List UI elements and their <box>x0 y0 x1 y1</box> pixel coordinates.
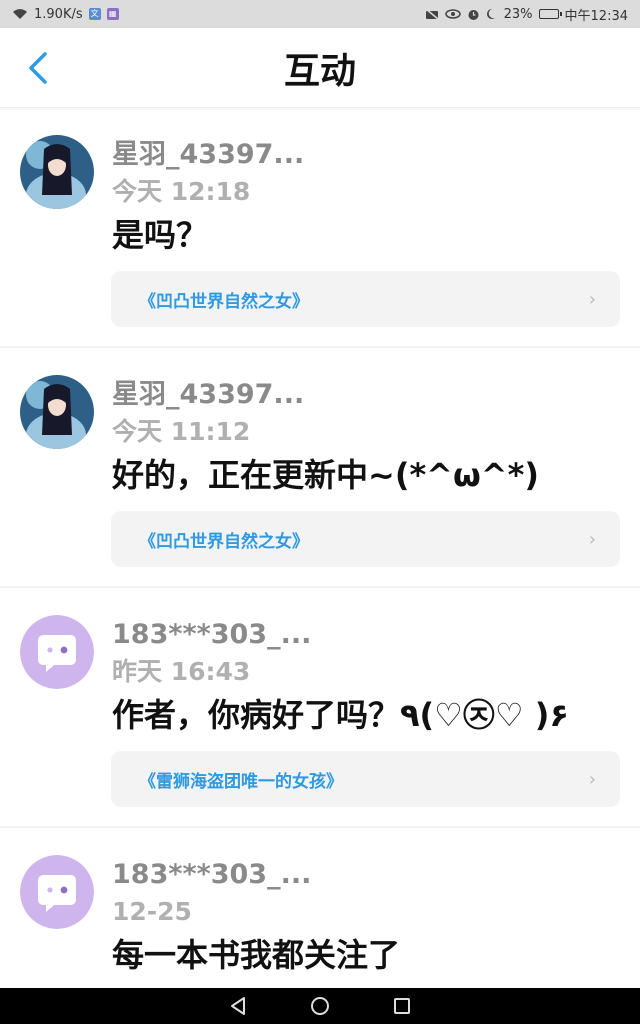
status-bar: 1.90K/s 文 ▦ 23% 中午12:34 <box>0 0 640 28</box>
username[interactable]: 星羽_43397... <box>112 378 304 412</box>
wifi-icon <box>12 8 28 20</box>
list-item[interactable]: 183***303_... 昨天 16:43 作者，你病好了吗？٩(♡㉨♡ )۶… <box>0 588 640 828</box>
status-time: 中午12:34 <box>564 8 628 24</box>
timestamp: 昨天 16:43 <box>112 657 251 686</box>
back-triangle-icon <box>231 997 245 1015</box>
chevron-right-icon: › <box>588 528 596 550</box>
message-text: 好的，正在更新中~(*^ω^*) <box>112 456 539 494</box>
timestamp: 今天 12:18 <box>112 177 251 206</box>
header: 互动 <box>0 28 640 108</box>
eye-icon <box>444 9 461 19</box>
page-title: 互动 <box>283 51 356 92</box>
avatar[interactable] <box>20 615 94 689</box>
avatar[interactable] <box>20 135 94 209</box>
message-text: 是吗？ <box>112 216 209 254</box>
timestamp: 今天 11:12 <box>112 417 251 446</box>
moon-icon <box>486 8 498 20</box>
system-nav-bar <box>0 988 640 1024</box>
username[interactable]: 183***303_... <box>112 858 311 892</box>
book-title: 《凹凸世界自然之女》 <box>139 291 309 312</box>
battery-icon <box>538 9 562 19</box>
list-item[interactable]: 星羽_43397... 今天 12:18 是吗？ 《凹凸世界自然之女》 › <box>0 108 640 348</box>
avatar[interactable] <box>20 855 94 929</box>
nav-recents-button[interactable] <box>390 994 414 1018</box>
username[interactable]: 星羽_43397... <box>112 138 304 172</box>
no-camera-icon <box>425 8 439 20</box>
username[interactable]: 183***303_... <box>112 618 311 652</box>
anime-character-avatar-icon <box>20 135 94 209</box>
recents-square-icon <box>394 998 410 1014</box>
default-chat-avatar-icon <box>20 615 94 689</box>
book-link[interactable]: 《凹凸世界自然之女》 › <box>111 511 620 567</box>
book-title: 《雷狮海盗团唯一的女孩》 <box>139 771 343 792</box>
battery-percent: 23% <box>503 6 533 22</box>
translate-icon: 文 <box>88 8 101 20</box>
nav-back-button[interactable] <box>226 994 250 1018</box>
timestamp: 12-25 <box>112 897 192 926</box>
interaction-feed[interactable]: 星羽_43397... 今天 12:18 是吗？ 《凹凸世界自然之女》 › 星羽… <box>0 108 640 988</box>
app-icon: ▦ <box>106 8 119 20</box>
nav-home-button[interactable] <box>308 994 332 1018</box>
message-text: 每一本书我都关注了 <box>112 936 401 974</box>
message-text: 作者，你病好了吗？٩(♡㉨♡ )۶ <box>112 696 569 734</box>
chevron-right-icon: › <box>588 768 596 790</box>
avatar[interactable] <box>20 375 94 449</box>
status-right: 23% 中午12:34 <box>425 5 628 24</box>
book-link[interactable]: 《凹凸世界自然之女》 › <box>111 271 620 327</box>
list-item[interactable]: 星羽_43397... 今天 11:12 好的，正在更新中~(*^ω^*) 《凹… <box>0 348 640 588</box>
alarm-icon <box>467 8 480 21</box>
list-item[interactable]: 183***303_... 12-25 每一本书我都关注了 <box>0 828 640 988</box>
status-left: 1.90K/s 文 ▦ <box>12 7 119 22</box>
anime-character-avatar-icon <box>20 375 94 449</box>
home-circle-icon <box>311 997 329 1015</box>
book-title: 《凹凸世界自然之女》 <box>139 531 309 552</box>
default-chat-avatar-icon <box>20 855 94 929</box>
network-speed: 1.90K/s <box>34 6 83 22</box>
chevron-right-icon: › <box>588 288 596 310</box>
book-link[interactable]: 《雷狮海盗团唯一的女孩》 › <box>111 751 620 807</box>
